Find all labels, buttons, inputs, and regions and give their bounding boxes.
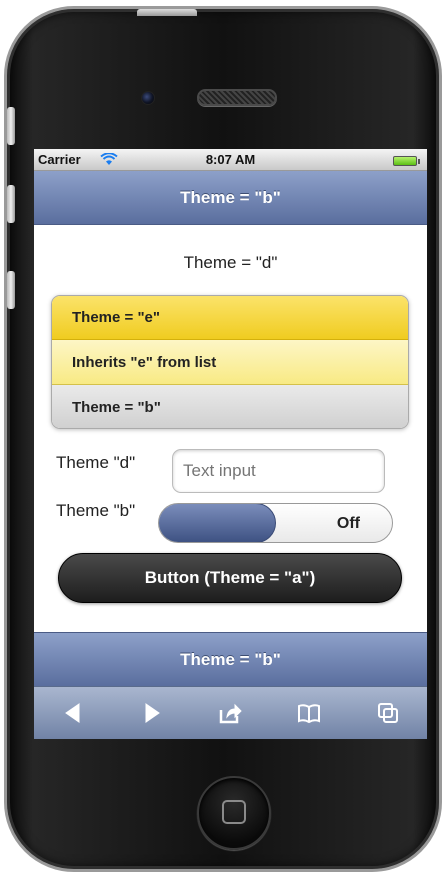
forward-icon[interactable] [132, 693, 172, 733]
footer-bar: Theme = "b" [34, 632, 427, 686]
footer-title: Theme = "b" [180, 650, 281, 669]
home-button[interactable] [197, 776, 271, 850]
clock: 8:07 AM [205, 152, 256, 167]
header-title: Theme = "b" [180, 188, 281, 207]
mute-switch [7, 107, 15, 145]
tabs-icon[interactable] [368, 693, 408, 733]
content-title: Theme = "d" [183, 253, 278, 272]
status-bar: Carrier 8:07 AM [34, 149, 427, 171]
toggle-off-label: Off [336, 515, 360, 532]
list-item[interactable]: Inherits "e" from list [52, 340, 408, 385]
theme-a-button[interactable]: Button (Theme = "a") [58, 553, 402, 603]
share-icon[interactable] [210, 693, 250, 733]
back-icon[interactable] [53, 693, 93, 733]
toggle-handle[interactable] [159, 504, 276, 542]
volume-up-button [7, 185, 15, 223]
text-input-label: Theme "d" [56, 453, 136, 472]
power-button [137, 9, 197, 16]
listview: Theme = "e" Inherits "e" from list Theme… [51, 295, 409, 429]
toggle-label: Theme "b" [56, 501, 136, 520]
text-input[interactable] [172, 449, 385, 493]
front-camera [141, 91, 155, 105]
home-square-icon [222, 800, 246, 824]
bookmarks-icon[interactable] [289, 693, 329, 733]
list-item[interactable]: Theme = "e" [52, 296, 408, 340]
flip-toggle-switch[interactable]: Off [158, 503, 393, 543]
list-item[interactable]: Theme = "b" [52, 385, 408, 428]
browser-toolbar [34, 686, 427, 739]
speaker-grille [197, 89, 277, 106]
content-area: Theme = "d" Theme = "e" Inherits "e" fro… [34, 225, 427, 632]
screen: Carrier 8:07 AM Theme = "b" Theme = "d" … [34, 149, 427, 739]
battery-icon [393, 156, 420, 166]
volume-down-button [7, 271, 15, 309]
header-bar: Theme = "b" [34, 171, 427, 225]
